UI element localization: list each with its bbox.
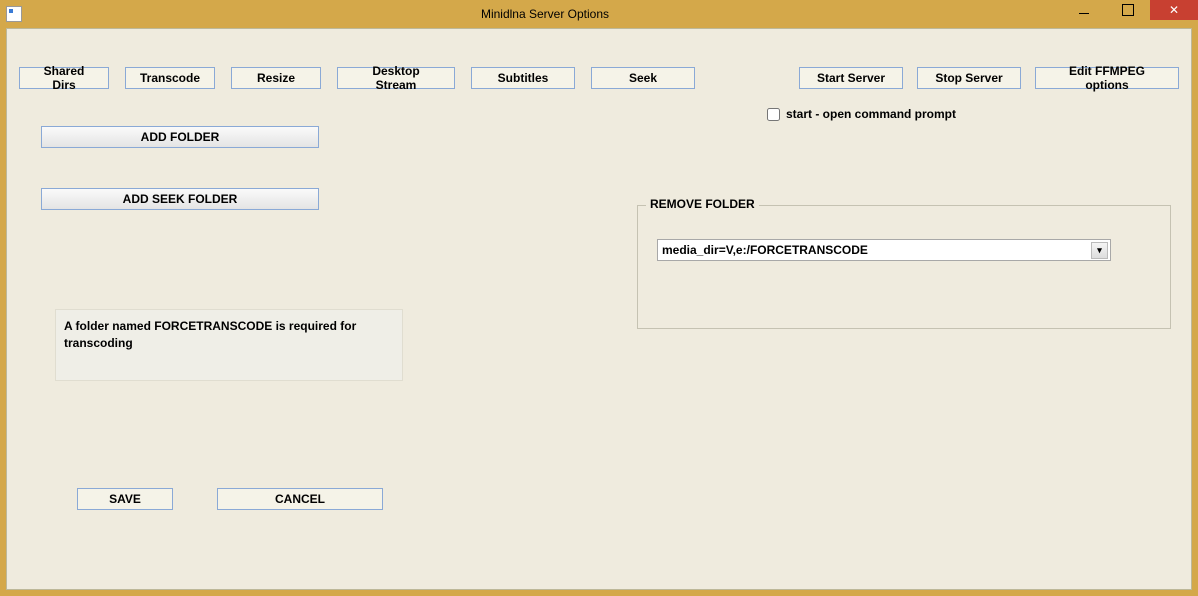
add-seek-folder-button[interactable]: ADD SEEK FOLDER [41, 188, 319, 210]
chevron-down-icon[interactable]: ▾ [1091, 242, 1108, 259]
seek-button[interactable]: Seek [591, 67, 695, 89]
add-folder-button[interactable]: ADD FOLDER [41, 126, 319, 148]
start-open-cmd-checkbox[interactable] [767, 108, 780, 121]
maximize-button[interactable] [1106, 0, 1150, 20]
stop-server-button[interactable]: Stop Server [917, 67, 1021, 89]
client-area: Shared Dirs Transcode Resize Desktop Str… [6, 28, 1192, 590]
save-button[interactable]: SAVE [77, 488, 173, 510]
transcode-button[interactable]: Transcode [125, 67, 215, 89]
desktop-stream-button[interactable]: Desktop Stream [337, 67, 455, 89]
close-button[interactable] [1150, 0, 1198, 20]
start-server-button[interactable]: Start Server [799, 67, 903, 89]
resize-button[interactable]: Resize [231, 67, 321, 89]
remove-folder-combobox[interactable]: media_dir=V,e:/FORCETRANSCODE ▾ [657, 239, 1111, 261]
remove-folder-selected: media_dir=V,e:/FORCETRANSCODE [662, 243, 868, 257]
shared-dirs-button[interactable]: Shared Dirs [19, 67, 109, 89]
window-title: Minidlna Server Options [28, 7, 1062, 21]
info-text: A folder named FORCETRANSCODE is require… [55, 309, 403, 381]
remove-folder-group: REMOVE FOLDER [637, 205, 1171, 329]
titlebar: Minidlna Server Options [0, 0, 1198, 28]
app-icon [6, 6, 22, 22]
cancel-button[interactable]: CANCEL [217, 488, 383, 510]
minimize-button[interactable] [1062, 0, 1106, 20]
start-open-cmd-label: start - open command prompt [786, 107, 956, 121]
edit-ffmpeg-button[interactable]: Edit FFMPEG options [1035, 67, 1179, 89]
subtitles-button[interactable]: Subtitles [471, 67, 575, 89]
remove-folder-label: REMOVE FOLDER [646, 197, 759, 211]
